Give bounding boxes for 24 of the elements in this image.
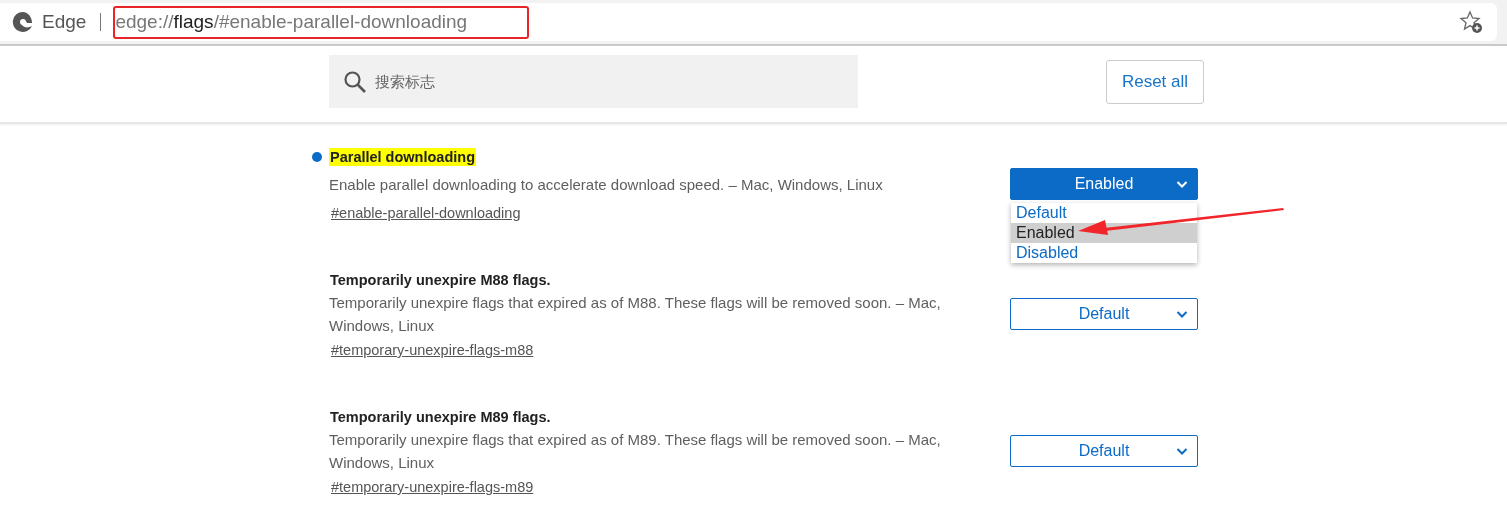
flag-description: Temporarily unexpire flags that expired as of M89. These flags will be removed soon. – Mac, Windows, Linux	[329, 430, 942, 473]
browser-name: Edge	[42, 11, 87, 33]
chevron-down-icon	[1176, 447, 1188, 456]
chevron-down-icon	[1176, 180, 1188, 189]
flag-title: Temporarily unexpire M88 flags.	[329, 271, 552, 289]
browser-logo-icon	[12, 11, 34, 33]
flag-title: Parallel downloading	[329, 148, 477, 166]
flag-description: Temporarily unexpire flags that expired as of M88. These flags will be removed soon. – Mac, Windows, Linux	[329, 293, 942, 336]
flag-link[interactable]: #temporary-unexpire-flags-m89	[331, 474, 534, 501]
dropdown-option[interactable]: Enabled	[1011, 223, 1197, 243]
flag-title: Temporarily unexpire M89 flags.	[329, 408, 552, 426]
reset-all-button[interactable]: Reset all	[1106, 60, 1204, 104]
dropdown-option[interactable]: Default	[1011, 203, 1197, 223]
dropdown-option[interactable]: Disabled	[1011, 243, 1197, 263]
flag-dropdown[interactable]: Default	[1010, 435, 1198, 467]
flag-description: Enable parallel downloading to accelerate download speed. – Mac, Windows, Linux	[329, 174, 884, 195]
search-field[interactable]: 搜索标志	[329, 55, 858, 108]
address-text[interactable]: edge://flags/#enable-parallel-downloading	[115, 11, 468, 33]
flag-dropdown[interactable]: Default	[1010, 298, 1198, 330]
chevron-down-icon	[1176, 310, 1188, 319]
flag-link[interactable]: #enable-parallel-downloading	[331, 200, 521, 227]
flag-dropdown[interactable]: Enabled	[1010, 168, 1198, 200]
flag-link[interactable]: #temporary-unexpire-flags-m88	[331, 337, 534, 364]
add-favorite-icon[interactable]	[1459, 10, 1483, 34]
